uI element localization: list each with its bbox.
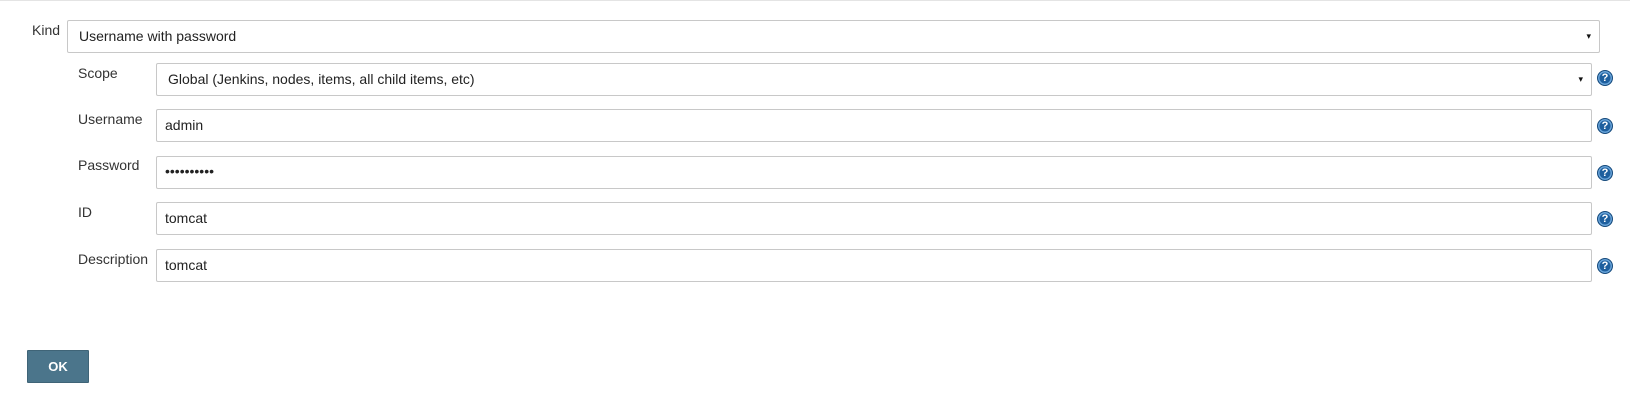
chevron-down-icon: ▾ <box>1586 31 1591 41</box>
username-help-icon[interactable]: ? <box>1597 118 1613 134</box>
kind-label: Kind <box>32 22 61 38</box>
password-label: Password <box>78 157 140 173</box>
id-help-icon[interactable]: ? <box>1597 211 1613 227</box>
chevron-down-icon: ▾ <box>1578 74 1583 84</box>
top-divider <box>0 0 1630 1</box>
password-help-icon[interactable]: ? <box>1597 165 1613 181</box>
description-label: Description <box>78 251 149 267</box>
scope-label: Scope <box>78 65 118 81</box>
ok-button[interactable]: OK <box>27 350 89 383</box>
description-help-icon[interactable]: ? <box>1597 258 1613 274</box>
description-input[interactable]: tomcat <box>156 249 1592 282</box>
kind-select[interactable]: Username with password ▾ <box>67 20 1600 53</box>
id-label: ID <box>78 204 92 220</box>
username-label: Username <box>78 111 143 127</box>
kind-select-value: Username with password <box>79 28 237 44</box>
scope-help-icon[interactable]: ? <box>1597 70 1613 86</box>
password-masked-value: •••••••••• <box>165 163 215 179</box>
id-input[interactable]: tomcat <box>156 202 1592 235</box>
scope-select[interactable]: Global (Jenkins, nodes, items, all child… <box>156 63 1592 96</box>
scope-select-value: Global (Jenkins, nodes, items, all child… <box>168 71 475 87</box>
password-input[interactable]: •••••••••• <box>156 156 1592 189</box>
username-input[interactable]: admin <box>156 109 1592 142</box>
